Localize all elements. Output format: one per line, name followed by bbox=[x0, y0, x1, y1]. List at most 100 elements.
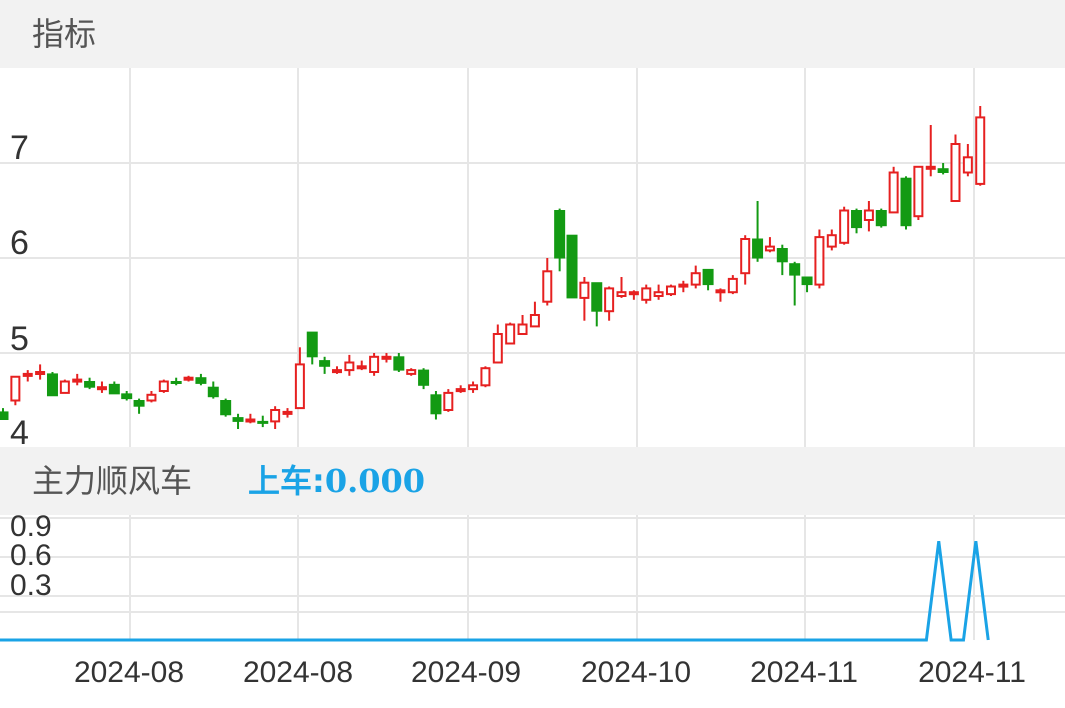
candle-body-up bbox=[294, 363, 305, 410]
candle bbox=[616, 277, 627, 298]
candle bbox=[245, 413, 256, 424]
candle-body-up bbox=[839, 209, 850, 244]
candle-body-down bbox=[121, 393, 133, 400]
candle-body-down bbox=[207, 386, 219, 398]
candle-body-up bbox=[814, 236, 825, 286]
candle-body-down bbox=[801, 276, 813, 286]
candle-body-down bbox=[393, 356, 405, 371]
candle-body-down bbox=[170, 381, 182, 384]
candle bbox=[455, 385, 466, 393]
candle bbox=[925, 125, 936, 177]
candle bbox=[529, 301, 540, 328]
y-tick-label-top: 4 bbox=[10, 414, 29, 452]
candle-body-down bbox=[591, 282, 603, 312]
candle bbox=[133, 398, 145, 414]
candle bbox=[740, 235, 751, 285]
candle bbox=[752, 201, 764, 262]
candle bbox=[826, 229, 837, 251]
candle bbox=[418, 368, 430, 390]
candle bbox=[443, 389, 454, 412]
candle bbox=[35, 364, 46, 380]
candle-body-up bbox=[641, 287, 652, 301]
candle bbox=[579, 277, 590, 321]
candle bbox=[183, 375, 194, 382]
candle-body-down bbox=[306, 331, 318, 358]
candle bbox=[195, 373, 207, 386]
candle bbox=[356, 360, 367, 371]
candle bbox=[888, 166, 899, 214]
grid-layer bbox=[0, 68, 1065, 640]
x-tick-label: 2024-08 bbox=[74, 656, 184, 689]
chart-canvas[interactable]: 45670.90.60.32024-08 2024-08 2024-09 2024-1… bbox=[0, 0, 1065, 708]
candle-body-down bbox=[418, 369, 430, 386]
y-tick-label-bottom: 0.3 bbox=[10, 569, 52, 602]
candle-body-up bbox=[480, 367, 491, 387]
candle bbox=[319, 356, 331, 374]
candle-body-up bbox=[529, 314, 540, 328]
candle bbox=[220, 398, 232, 417]
candle-body-up bbox=[950, 143, 961, 202]
candle bbox=[975, 106, 986, 186]
candle bbox=[913, 165, 924, 220]
candle-body-down bbox=[789, 263, 801, 276]
candle bbox=[542, 258, 553, 306]
candle bbox=[331, 366, 342, 374]
candle-body-down bbox=[257, 420, 269, 424]
candle-body-up bbox=[59, 380, 70, 394]
candle bbox=[468, 381, 479, 393]
candle bbox=[690, 265, 701, 289]
candle bbox=[937, 163, 949, 175]
y-tick-label-top: 7 bbox=[10, 129, 29, 167]
candle-body-down bbox=[195, 377, 207, 384]
candle bbox=[306, 331, 318, 365]
candle-body-up bbox=[22, 372, 33, 377]
candle bbox=[59, 379, 70, 394]
candle bbox=[10, 375, 21, 406]
candle-body-up bbox=[282, 410, 293, 415]
candle-body-up bbox=[826, 234, 837, 248]
candle-body-up bbox=[764, 245, 775, 252]
candle-body-down bbox=[752, 238, 764, 259]
candle bbox=[232, 413, 244, 429]
candle-body-up bbox=[468, 384, 479, 391]
candle bbox=[492, 324, 503, 364]
x-tick-label: 2024-10 bbox=[581, 656, 691, 689]
candle-body-up bbox=[245, 418, 256, 423]
x-tick-label: 2024-09 bbox=[411, 656, 521, 689]
candle-body-down bbox=[937, 168, 949, 173]
candle-body-down bbox=[133, 400, 145, 407]
candle-body-up bbox=[653, 291, 664, 298]
candle bbox=[604, 286, 615, 321]
x-tick-label: 2024-11 bbox=[750, 656, 858, 689]
candle bbox=[801, 276, 813, 293]
candle bbox=[900, 176, 912, 230]
candle-body-up bbox=[443, 391, 454, 411]
candle bbox=[814, 229, 825, 289]
candle bbox=[406, 368, 417, 376]
candle-body-up bbox=[727, 277, 738, 294]
candle bbox=[381, 353, 392, 363]
candle-body-down bbox=[702, 268, 714, 286]
candle-body-up bbox=[406, 369, 417, 375]
candle bbox=[146, 391, 157, 403]
candle bbox=[678, 280, 689, 293]
candle-body-up bbox=[628, 291, 639, 296]
candle bbox=[170, 377, 182, 386]
candle bbox=[641, 284, 652, 304]
candle-body-up bbox=[455, 388, 466, 393]
candle-body-down bbox=[566, 234, 578, 299]
candle bbox=[517, 315, 528, 335]
candle bbox=[505, 322, 516, 345]
candle bbox=[257, 415, 269, 428]
candle-body-up bbox=[505, 323, 516, 345]
candle-body-up bbox=[665, 285, 676, 296]
candle bbox=[591, 282, 603, 327]
candle-body-up bbox=[96, 386, 107, 391]
candle-body-down bbox=[554, 210, 566, 259]
candle bbox=[0, 408, 9, 420]
candle bbox=[369, 353, 380, 376]
candle bbox=[863, 201, 874, 232]
candle bbox=[480, 366, 491, 388]
candle-body-up bbox=[381, 355, 392, 360]
candle bbox=[554, 208, 566, 272]
